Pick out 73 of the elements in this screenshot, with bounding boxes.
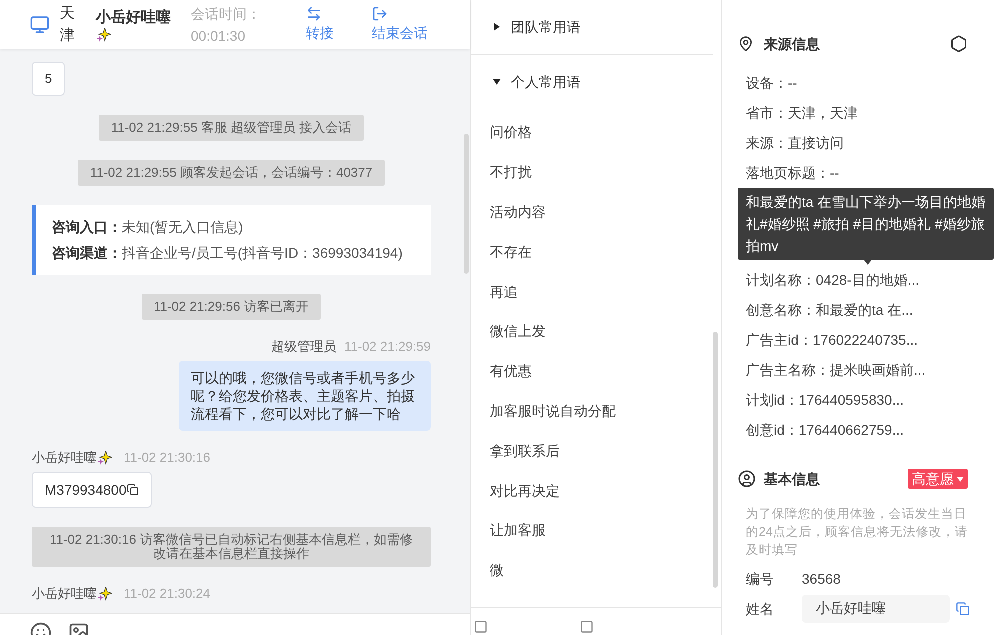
checkbox-icon[interactable]: [580, 620, 594, 634]
end-session-button[interactable]: 结束会话: [372, 6, 428, 44]
transfer-button[interactable]: 转接: [306, 6, 334, 44]
info-field: 来源：直接访问: [746, 128, 994, 158]
entry-value: 未知(暂无入口信息): [122, 218, 244, 236]
field-label: 编号: [746, 570, 775, 589]
phrase-item[interactable]: 不存在: [490, 232, 713, 272]
swap-arrows-icon: [306, 6, 322, 22]
notice-text: 为了保障您的使用体验，会话发生当日的24点之后，顾客信息将无法修改，请及时填写: [745, 506, 969, 559]
message-bubble: 5: [32, 62, 66, 96]
info-field: 创意id：176440662759...: [746, 415, 994, 445]
phrase-item[interactable]: 活动内容: [490, 192, 713, 232]
scrollbar-thumb[interactable]: [464, 134, 469, 274]
name-field[interactable]: 小岳好哇噻: [802, 595, 950, 623]
phrase-item[interactable]: 有优惠: [490, 352, 713, 392]
caret-down-icon: [957, 476, 964, 482]
system-notice: 11-02 21:29:56 访客已离开: [142, 294, 322, 320]
phrase-item[interactable]: 再追: [490, 272, 713, 312]
monitor-icon: [30, 14, 50, 34]
field-value: 36568: [802, 570, 841, 589]
info-field: 落地页标题：--: [746, 158, 994, 188]
info-field: 计划id：176440595830...: [746, 385, 994, 415]
sender-name: 小岳好哇噻: [32, 586, 97, 602]
location-pin-icon: [738, 36, 754, 52]
entry-label: 咨询入口：: [52, 218, 122, 236]
sparkle-icon: [98, 450, 112, 464]
phrase-group-header[interactable]: 个人常用语: [471, 55, 713, 109]
info-field: 设备：--: [746, 68, 994, 98]
phrase-item[interactable]: 微信上发: [490, 312, 713, 352]
phrase-item[interactable]: 拿到联系后: [490, 431, 713, 472]
phrase-item[interactable]: 让加客服: [490, 510, 713, 551]
system-notice: 11-02 21:29:55 客服 超级管理员 接入会话: [99, 114, 364, 140]
system-notice: 11-02 21:30:16 访客微信号已自动标记右侧基本信息栏，如需修改请在基本信息栏直接操作: [32, 526, 431, 566]
info-field: 计划名称：0428-目的地婚...: [746, 265, 994, 295]
settings-icon[interactable]: [950, 35, 968, 53]
message-time: 11-02 21:29:59: [344, 338, 431, 354]
phrase-item[interactable]: 对比再决定: [490, 471, 713, 511]
info-field: 省市：天津，天津: [746, 98, 994, 128]
message-time: 11-02 21:30:24: [124, 586, 210, 602]
system-notice: 11-02 21:29:55 顾客发起会话，会话编号：40377: [78, 160, 385, 186]
message-time: 11-02 21:30:16: [124, 450, 210, 466]
phrase-item[interactable]: 微: [490, 550, 713, 591]
info-field: 广告主名称：提米映画婚前...: [746, 355, 994, 385]
message-bubble: 可以的哦，您微信号或者手机号多少呢？给您发价格表、主题客片、拍摄流程看下，您可以对比了解一下哈: [179, 360, 431, 430]
sparkle-icon: [97, 28, 111, 42]
phrase-item[interactable]: 问价格: [490, 113, 713, 153]
info-field: 广告主id：176022240735...: [746, 325, 994, 355]
phrase-group-header[interactable]: 团队常用语: [471, 0, 713, 54]
entry-value: 抖音企业号/员工号(抖音号ID：36993034194): [122, 244, 403, 262]
info-field: 创意名称：和最爱的ta 在...: [746, 295, 994, 325]
scrollbar-thumb[interactable]: [713, 332, 718, 588]
intent-tag[interactable]: 高意愿: [908, 469, 968, 489]
sender-name: 小岳好哇噻: [32, 450, 97, 466]
session-time-label: 会话时间：: [191, 4, 262, 24]
message-text: M379934800: [45, 480, 127, 500]
tooltip-pointer-icon: [864, 260, 872, 265]
phrase-item[interactable]: 不打扰: [490, 152, 713, 193]
entry-label: 咨询渠道：: [52, 244, 122, 262]
copy-icon[interactable]: [126, 484, 139, 496]
checkbox-icon[interactable]: [474, 620, 488, 634]
sender-name: 超级管理员: [272, 338, 336, 354]
caret-right-icon: [493, 23, 501, 31]
visitor-name: 小岳好哇噻: [96, 8, 172, 28]
phrase-item[interactable]: 加客服时说自动分配: [490, 392, 713, 432]
user-icon: [738, 470, 756, 488]
session-time: 00:01:30: [191, 26, 246, 46]
visitor-city: 天津: [60, 4, 76, 46]
section-title: 来源信息: [764, 34, 820, 54]
sparkle-icon: [98, 586, 112, 600]
tooltip: 和最爱的ta 在雪山下举办一场目的地婚礼#婚纱照 #旅拍 #目的地婚礼 #婚纱旅拍mv: [738, 188, 994, 260]
caret-down-icon: [493, 78, 501, 86]
field-label: 姓名: [746, 600, 775, 618]
section-title: 基本信息: [764, 470, 820, 488]
